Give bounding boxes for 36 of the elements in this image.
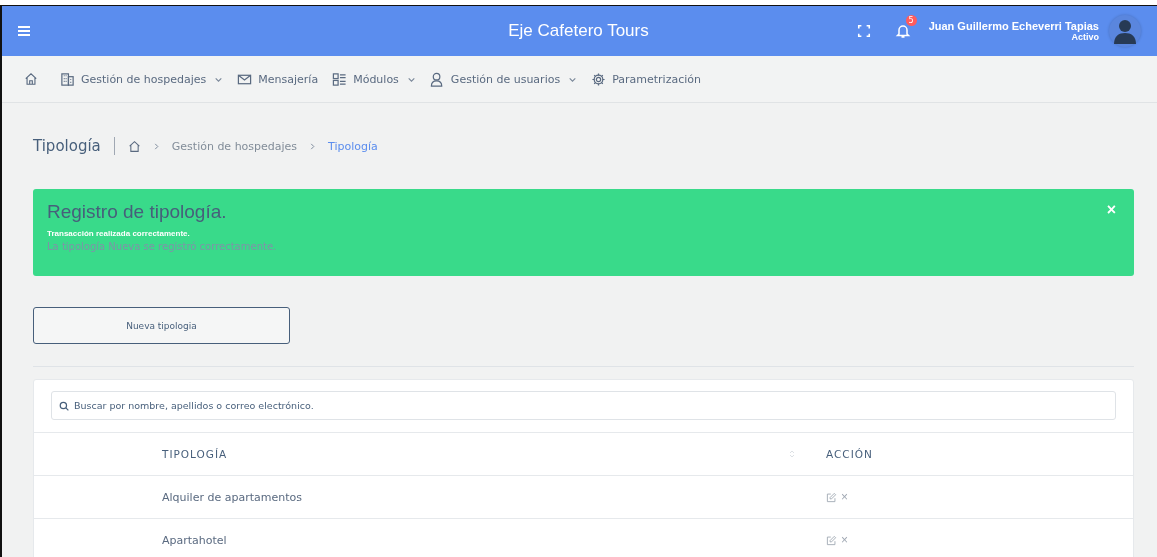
- search-field[interactable]: Buscar por nombre, apellidos o correo electrónico.: [51, 391, 1116, 420]
- breadcrumb-link[interactable]: Gestión de hospedajes: [171, 139, 298, 153]
- user-name: Juan Guillermo Echeverri Tapias: [928, 20, 1099, 32]
- nav-menu-item[interactable]: Parametrización: [591, 71, 701, 87]
- app-title: Eje Cafetero Tours: [508, 21, 649, 41]
- avatar[interactable]: [1109, 15, 1141, 47]
- nav-menu-item[interactable]: Gestión de usuarios: [429, 71, 578, 87]
- table-cell-text: Apartahotel: [162, 533, 228, 547]
- home-icon[interactable]: [24, 72, 38, 86]
- table-cell-text: Alquiler de apartamentos: [162, 490, 303, 504]
- alert-detail: La tipología Nueva se registró correctamente.: [47, 241, 277, 252]
- edit-icon[interactable]: [826, 534, 837, 546]
- list-icon: [332, 71, 348, 87]
- column-header: ACCIÓN: [826, 448, 874, 460]
- search-icon: [59, 401, 69, 411]
- page-title: Tipología: [33, 137, 101, 155]
- notification-badge: 5: [905, 15, 917, 26]
- building-icon: [60, 71, 75, 87]
- bell-icon[interactable]: [894, 23, 911, 39]
- fullscreen-icon[interactable]: [856, 24, 871, 38]
- settings-icon: [591, 71, 607, 87]
- user-icon: [429, 71, 445, 87]
- breadcrumb-link[interactable]: Tipología: [328, 139, 378, 153]
- edit-icon[interactable]: [826, 491, 837, 503]
- nav-menu-item[interactable]: Gestión de hospedajes: [60, 71, 224, 87]
- chevron-right-icon: [309, 142, 317, 150]
- alert-message: Transacción realizada correctamente.: [47, 229, 191, 238]
- nav-menu-item[interactable]: Mensajería: [237, 71, 319, 87]
- nav-menu-item[interactable]: Módulos: [332, 71, 416, 87]
- column-header[interactable]: TIPOLOGÍA: [162, 448, 788, 460]
- menu-icon[interactable]: [16, 23, 32, 39]
- new-typology-button[interactable]: Nueva tipologia: [33, 307, 290, 344]
- chevron-right-icon: [152, 142, 160, 150]
- alert-title: Registro de tipología.: [47, 201, 228, 223]
- home-icon[interactable]: [127, 139, 141, 153]
- user-status: Activo: [1071, 32, 1099, 42]
